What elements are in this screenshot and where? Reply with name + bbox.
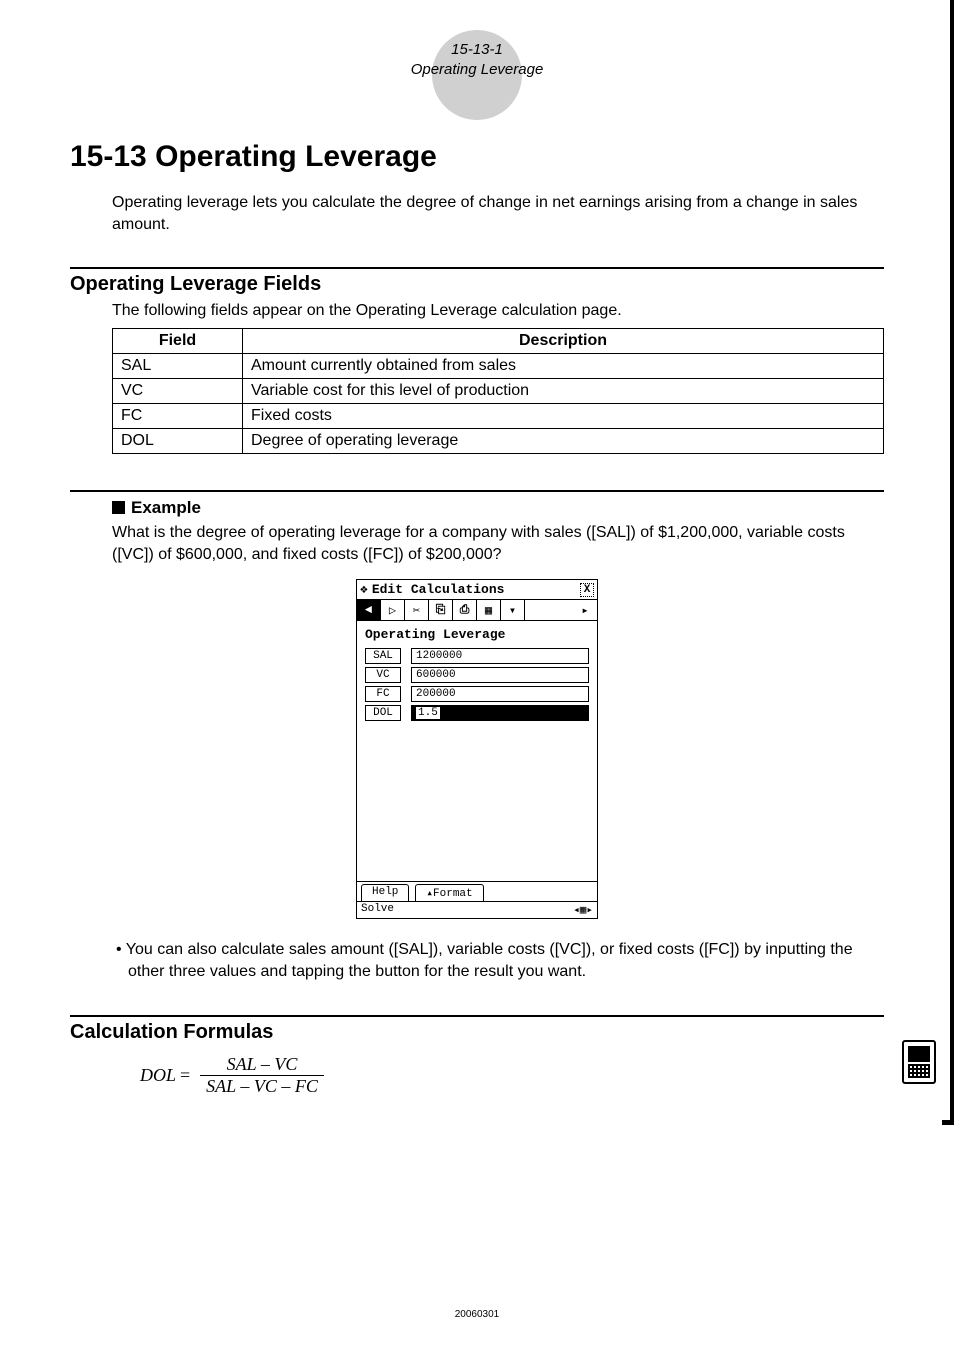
col-desc: Description — [243, 329, 884, 354]
example-heading: Example — [112, 498, 884, 518]
tool-prev-icon[interactable]: ◄ — [357, 600, 381, 620]
formula-lhs: DOL — [140, 1065, 176, 1086]
page-number: 15-13-1 — [387, 40, 567, 60]
field-desc: Amount currently obtained from sales — [243, 354, 884, 379]
formula-denominator: SAL – VC – FC — [200, 1076, 324, 1097]
sal-input[interactable]: 1200000 — [411, 648, 589, 664]
fc-input[interactable]: 200000 — [411, 686, 589, 702]
formula-numerator: SAL – VC — [200, 1054, 324, 1076]
dol-result[interactable]: 1.5 — [411, 705, 589, 721]
example-label: Example — [131, 498, 201, 517]
page-right-border — [950, 0, 954, 1120]
vc-input[interactable]: 600000 — [411, 667, 589, 683]
close-icon[interactable]: X — [580, 583, 594, 597]
table-row: SAL Amount currently obtained from sales — [113, 354, 884, 379]
tool-more-icon[interactable]: ▸ — [573, 600, 597, 620]
tool-copy-icon[interactable]: ⎘ — [429, 600, 453, 620]
calc-body: Operating Leverage SAL 1200000 VC 600000… — [357, 621, 597, 881]
footer-code: 20060301 — [0, 1309, 954, 1320]
tool-grid-icon[interactable]: ▦ — [477, 600, 501, 620]
dol-button[interactable]: DOL — [365, 705, 401, 721]
formula-fraction: SAL – VC SAL – VC – FC — [200, 1054, 324, 1097]
field-name: FC — [113, 404, 243, 429]
page-header-badge: 15-13-1 Operating Leverage — [387, 40, 567, 128]
fields-lead: The following fields appear on the Opera… — [112, 302, 884, 320]
intro-text: Operating leverage lets you calculate th… — [112, 192, 884, 235]
page-title: 15-13 Operating Leverage — [70, 140, 884, 174]
calculator-side-icon — [902, 1040, 936, 1084]
tool-dropdown-icon[interactable]: ▾ — [501, 600, 525, 620]
field-name: VC — [113, 379, 243, 404]
tool-cut-icon[interactable]: ✂ — [405, 600, 429, 620]
field-desc: Fixed costs — [243, 404, 884, 429]
formula: DOL = SAL – VC SAL – VC – FC — [140, 1054, 884, 1097]
calc-menubar: ❖ Edit Calculations X — [357, 580, 597, 600]
fields-heading: Operating Leverage Fields — [70, 273, 884, 296]
calculator-screenshot: ❖ Edit Calculations X ◄ ▷ ✂ ⎘ ⎙ ▦ ▾ ▸ Op… — [356, 579, 598, 919]
calc-tabs: Help ▴Format — [357, 881, 597, 901]
calc-title: Operating Leverage — [365, 627, 589, 642]
format-tab[interactable]: ▴Format — [415, 884, 483, 901]
field-desc: Variable cost for this level of producti… — [243, 379, 884, 404]
calc-row-dol: DOL 1.5 — [365, 705, 589, 721]
sal-button[interactable]: SAL — [365, 648, 401, 664]
help-tab[interactable]: Help — [361, 884, 409, 901]
calc-row-fc: FC 200000 — [365, 686, 589, 702]
field-name: DOL — [113, 429, 243, 454]
square-bullet-icon — [112, 501, 125, 514]
divider — [70, 267, 884, 269]
tool-paste-icon[interactable]: ⎙ — [453, 600, 477, 620]
menu-dropdown-icon[interactable]: ❖ — [360, 582, 368, 597]
note-text: • You can also calculate sales amount ([… — [128, 939, 884, 982]
vc-button[interactable]: VC — [365, 667, 401, 683]
divider — [70, 1015, 884, 1017]
field-desc: Degree of operating leverage — [243, 429, 884, 454]
calc-statusbar: Solve ◂▦▸ — [357, 901, 597, 918]
formulas-heading: Calculation Formulas — [70, 1021, 884, 1044]
fields-table: Field Description SAL Amount currently o… — [112, 328, 884, 454]
section-name: Operating Leverage — [387, 60, 567, 80]
calc-toolbar: ◄ ▷ ✂ ⎘ ⎙ ▦ ▾ ▸ — [357, 600, 597, 621]
status-text: Solve — [361, 903, 394, 917]
example-text: What is the degree of operating leverage… — [112, 522, 884, 565]
table-row: FC Fixed costs — [113, 404, 884, 429]
table-row: VC Variable cost for this level of produ… — [113, 379, 884, 404]
fc-button[interactable]: FC — [365, 686, 401, 702]
calc-row-sal: SAL 1200000 — [365, 648, 589, 664]
formula-eq: = — [180, 1065, 190, 1086]
tool-next-icon[interactable]: ▷ — [381, 600, 405, 620]
field-name: SAL — [113, 354, 243, 379]
col-field: Field — [113, 329, 243, 354]
divider — [70, 490, 884, 492]
dol-value: 1.5 — [416, 707, 440, 719]
status-icons: ◂▦▸ — [573, 903, 593, 917]
table-row: DOL Degree of operating leverage — [113, 429, 884, 454]
calc-row-vc: VC 600000 — [365, 667, 589, 683]
calc-menubar-text: Edit Calculations — [372, 582, 505, 597]
